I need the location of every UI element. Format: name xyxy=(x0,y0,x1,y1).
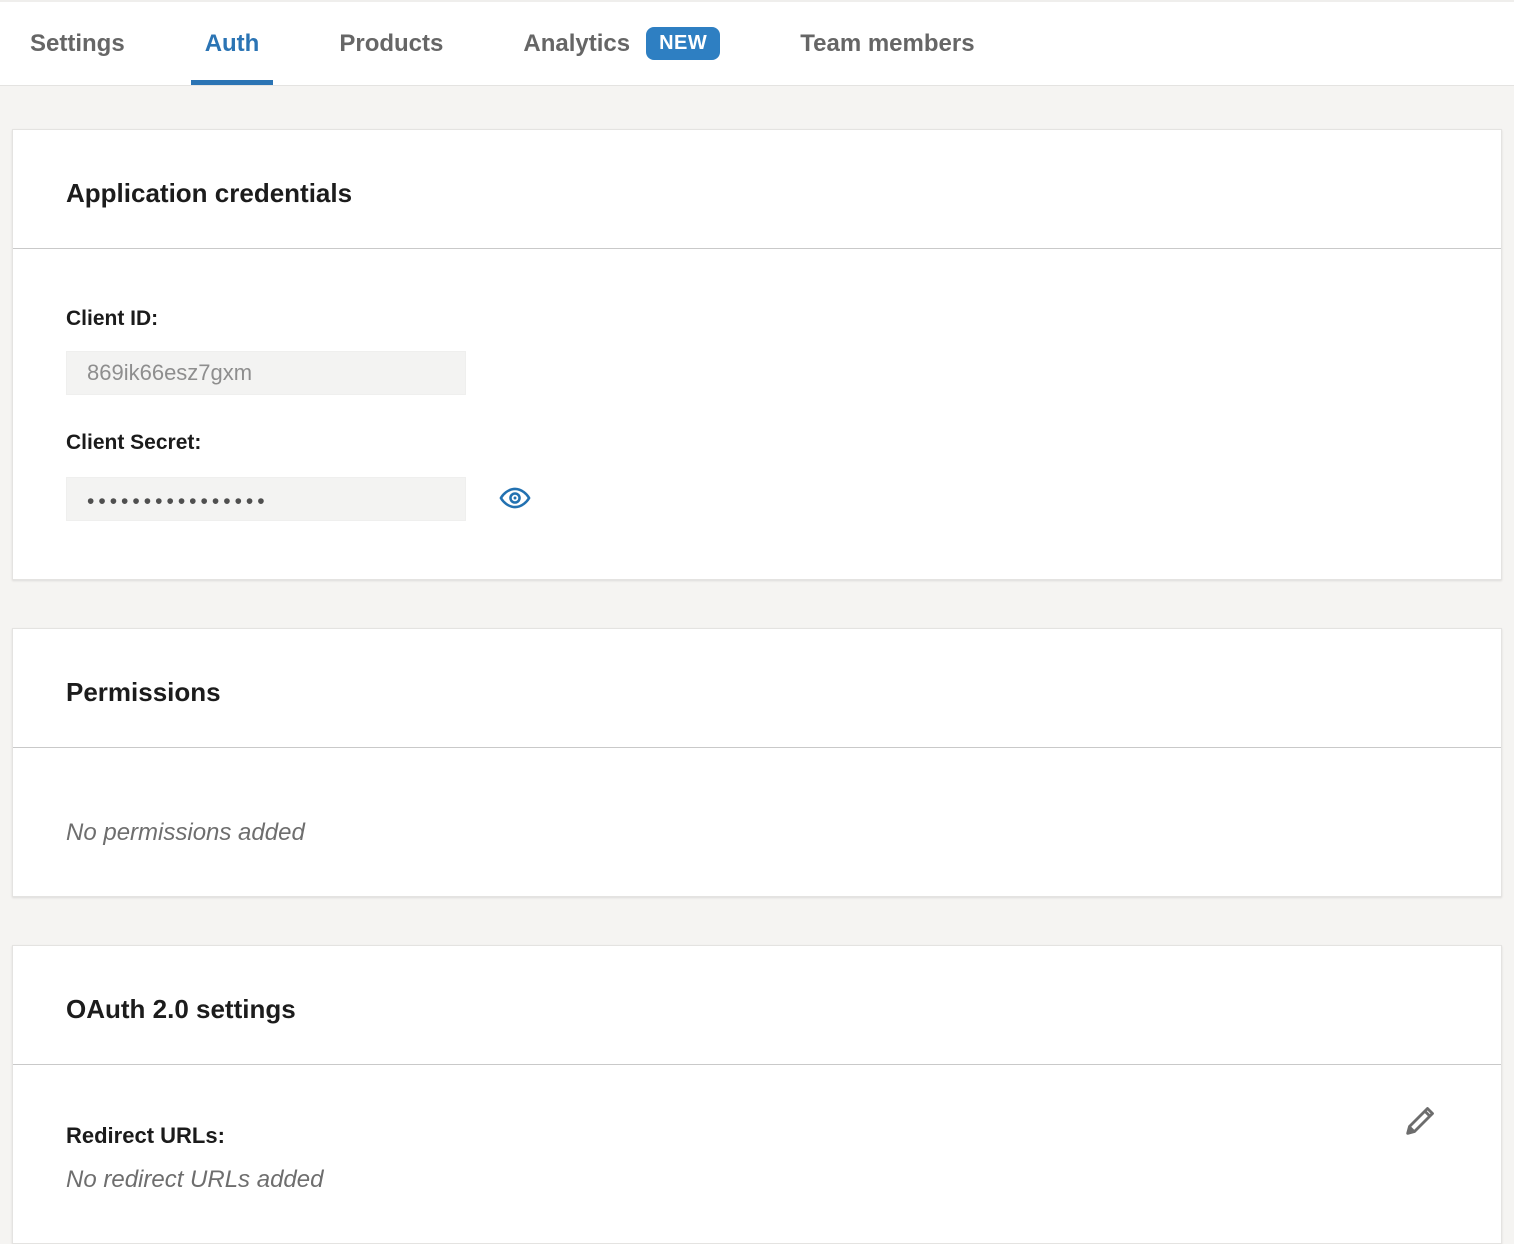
redirect-urls-empty-state: No redirect URLs added xyxy=(66,1165,1448,1195)
main-content: Application credentials Client ID: 869ik… xyxy=(0,86,1514,1244)
new-badge: NEW xyxy=(646,27,720,60)
client-id-label: Client ID: xyxy=(66,305,1448,333)
client-secret-masked-value: •••••••••••••••• xyxy=(87,484,269,514)
tab-analytics-label: Analytics xyxy=(523,30,630,58)
permissions-empty-state: No permissions added xyxy=(66,818,1448,848)
application-credentials-title: Application credentials xyxy=(66,178,1448,208)
permissions-body: No permissions added xyxy=(13,748,1501,896)
tab-bar: Settings Auth Products Analytics NEW Tea… xyxy=(0,0,1514,86)
tab-settings-label: Settings xyxy=(30,30,125,58)
application-credentials-header: Application credentials xyxy=(13,130,1501,249)
reveal-secret-button[interactable] xyxy=(498,482,532,516)
tab-products-label: Products xyxy=(339,30,443,58)
permissions-title: Permissions xyxy=(66,677,1448,707)
tab-analytics[interactable]: Analytics NEW xyxy=(509,2,734,85)
application-credentials-card: Application credentials Client ID: 869ik… xyxy=(12,129,1502,580)
application-credentials-body: Client ID: 869ik66esz7gxm Client Secret:… xyxy=(13,249,1501,579)
tab-team-members[interactable]: Team members xyxy=(786,2,988,85)
tab-auth-label: Auth xyxy=(205,30,260,58)
tab-auth[interactable]: Auth xyxy=(191,2,274,85)
tab-settings[interactable]: Settings xyxy=(16,2,139,85)
permissions-card: Permissions No permissions added xyxy=(12,628,1502,897)
oauth-settings-header: OAuth 2.0 settings xyxy=(13,946,1501,1065)
permissions-header: Permissions xyxy=(13,629,1501,748)
client-secret-label: Client Secret: xyxy=(66,429,1448,457)
tab-products[interactable]: Products xyxy=(325,2,457,85)
edit-redirect-urls-button[interactable] xyxy=(1399,1099,1443,1143)
client-secret-field[interactable]: •••••••••••••••• xyxy=(66,477,466,521)
tab-team-members-label: Team members xyxy=(800,30,974,58)
client-id-field[interactable]: 869ik66esz7gxm xyxy=(66,351,466,395)
oauth-settings-card: OAuth 2.0 settings Redirect URLs: No red… xyxy=(12,945,1502,1244)
oauth-settings-body: Redirect URLs: No redirect URLs added xyxy=(13,1065,1501,1243)
eye-icon xyxy=(499,482,531,517)
pencil-icon xyxy=(1401,1100,1441,1143)
client-secret-row: •••••••••••••••• xyxy=(66,457,1448,521)
oauth-settings-title: OAuth 2.0 settings xyxy=(66,994,1448,1024)
client-id-value: 869ik66esz7gxm xyxy=(87,360,252,386)
redirect-urls-label: Redirect URLs: xyxy=(66,1121,1448,1151)
